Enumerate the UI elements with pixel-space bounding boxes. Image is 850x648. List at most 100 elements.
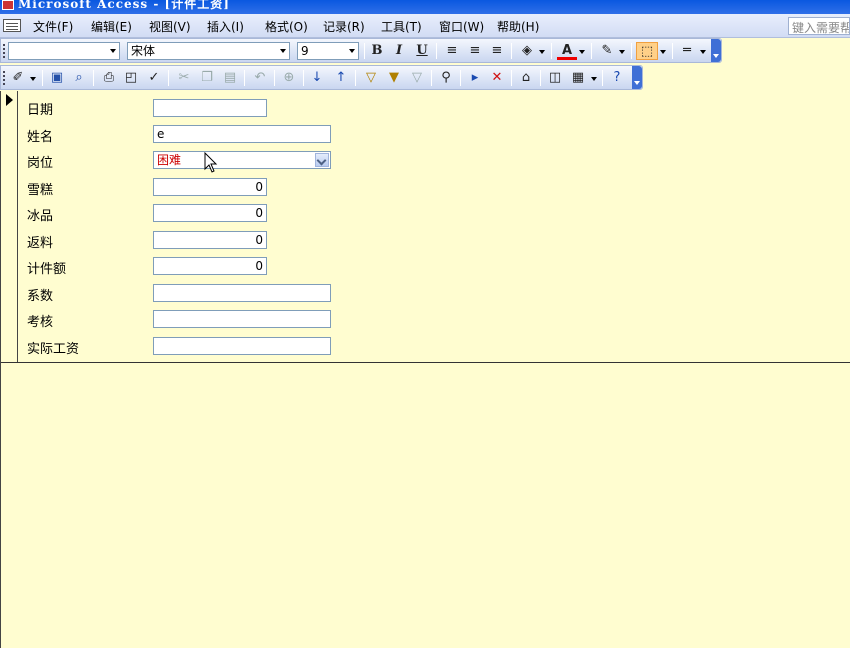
detail-section-border xyxy=(1,362,850,363)
toolbar-grip[interactable] xyxy=(3,71,5,85)
menu-bar: 文件(F) 编辑(E) 视图(V) 插入(I) 格式(O) 记录(R) 工具(T… xyxy=(0,14,850,38)
sort-descending-icon[interactable]: ↑ xyxy=(331,69,351,87)
toolbar-separator xyxy=(436,43,437,59)
filter-by-form-icon[interactable]: ▼ xyxy=(384,69,404,87)
chevron-down-icon[interactable] xyxy=(315,153,329,167)
toolbar-separator xyxy=(591,43,592,59)
chevron-down-icon[interactable] xyxy=(618,42,627,60)
spelling-icon[interactable]: ✓ xyxy=(144,69,164,87)
toolbar-separator xyxy=(431,70,432,86)
form-body: 日期 姓名 e 岗位 困难 雪糕 0 冰品 0 返料 0 计件额 0 系数 考核… xyxy=(0,91,850,648)
line-width-icon[interactable]: ═ xyxy=(677,42,697,60)
chevron-down-icon[interactable] xyxy=(659,42,668,60)
toolbar-separator xyxy=(551,43,552,59)
file-search-icon[interactable]: ⌕ xyxy=(69,69,89,87)
align-left-icon[interactable]: ≡ xyxy=(442,42,462,60)
print-preview-icon[interactable]: ◰ xyxy=(121,69,141,87)
save-icon[interactable]: ▣ xyxy=(47,69,67,87)
access-app-icon[interactable] xyxy=(2,0,14,10)
label-frozen-goods: 冰品 xyxy=(27,209,54,224)
actual-wage-field[interactable] xyxy=(153,337,331,355)
font-size-combo[interactable]: 9 xyxy=(297,42,359,60)
chevron-down-icon[interactable] xyxy=(538,42,547,60)
chevron-down-icon[interactable] xyxy=(29,69,38,87)
chevron-down-icon[interactable] xyxy=(346,43,358,59)
menu-records[interactable]: 记录(R) xyxy=(323,18,365,35)
view-design-icon[interactable]: ✐ xyxy=(8,69,28,87)
menu-window[interactable]: 窗口(W) xyxy=(439,18,484,35)
returns-field[interactable]: 0 xyxy=(153,231,267,249)
copy-icon[interactable]: ❐ xyxy=(197,69,217,87)
toolbar-separator xyxy=(631,43,632,59)
line-color-icon[interactable]: ✎ xyxy=(597,42,617,60)
sort-ascending-icon[interactable]: ↓ xyxy=(307,69,327,87)
align-right-icon[interactable]: ≡ xyxy=(487,42,507,60)
menu-view[interactable]: 视图(V) xyxy=(149,18,191,35)
chevron-down-icon[interactable] xyxy=(107,43,119,59)
italic-button[interactable]: I xyxy=(389,42,409,60)
print-icon[interactable]: ⎙ xyxy=(99,69,119,87)
toolbar-separator xyxy=(364,43,365,59)
database-window-icon[interactable]: ◫ xyxy=(545,69,565,87)
toolbar-separator xyxy=(511,70,512,86)
chevron-down-icon[interactable] xyxy=(699,42,708,60)
label-coefficient: 系数 xyxy=(27,289,54,304)
chevron-down-icon[interactable] xyxy=(590,69,599,87)
ice-cream-field[interactable]: 0 xyxy=(153,178,267,196)
toolbar-grip[interactable] xyxy=(3,44,5,58)
menu-insert[interactable]: 插入(I) xyxy=(207,18,244,35)
toolbar-options-icon[interactable] xyxy=(711,39,721,62)
font-color-icon[interactable]: A xyxy=(557,42,577,60)
menu-file[interactable]: 文件(F) xyxy=(33,18,73,35)
toolbar-separator xyxy=(168,70,169,86)
name-field[interactable]: e xyxy=(153,125,331,143)
delete-record-icon[interactable]: ✕ xyxy=(487,69,507,87)
date-field[interactable] xyxy=(153,99,267,117)
object-combo[interactable] xyxy=(8,42,120,60)
help-question-box[interactable]: 键入需要帮助的问题 xyxy=(788,17,850,35)
menu-help[interactable]: 帮助(H) xyxy=(497,18,539,35)
formatting-toolbar: 宋体 9 B I U ≡ ≡ ≡ ◈ A ✎ ⬚ ═ xyxy=(0,38,722,63)
new-record-icon[interactable]: ▸ xyxy=(465,69,485,87)
position-combo[interactable]: 困难 xyxy=(153,151,331,169)
coefficient-field[interactable] xyxy=(153,284,331,302)
label-assessment: 考核 xyxy=(27,315,54,330)
toolbar-separator xyxy=(42,70,43,86)
undo-icon[interactable]: ↶ xyxy=(250,69,270,87)
cut-icon[interactable]: ✂ xyxy=(174,69,194,87)
border-style-icon[interactable]: ⬚ xyxy=(636,42,658,60)
record-selector[interactable] xyxy=(1,91,18,362)
underline-button[interactable]: U xyxy=(412,42,432,60)
menu-edit[interactable]: 编辑(E) xyxy=(91,18,132,35)
toolbar-separator xyxy=(672,43,673,59)
properties-icon[interactable]: ⌂ xyxy=(516,69,536,87)
frozen-goods-field[interactable]: 0 xyxy=(153,204,267,222)
paste-icon[interactable]: ▤ xyxy=(220,69,240,87)
piece-amount-field[interactable]: 0 xyxy=(153,257,267,275)
new-object-icon[interactable]: ▦ xyxy=(568,69,588,87)
menu-format[interactable]: 格式(O) xyxy=(265,18,308,35)
help-icon[interactable]: ? xyxy=(607,69,627,87)
toolbar-separator xyxy=(244,70,245,86)
chevron-down-icon[interactable] xyxy=(277,43,289,59)
toolbar-separator xyxy=(460,70,461,86)
fill-color-icon[interactable]: ◈ xyxy=(517,42,537,60)
align-center-icon[interactable]: ≡ xyxy=(465,42,485,60)
menu-tools[interactable]: 工具(T) xyxy=(381,18,422,35)
assessment-field[interactable] xyxy=(153,310,331,328)
toolbar-separator xyxy=(602,70,603,86)
apply-filter-icon[interactable]: ▽ xyxy=(407,69,427,87)
label-position: 岗位 xyxy=(27,156,54,171)
filter-by-selection-icon[interactable]: ▽ xyxy=(361,69,381,87)
hyperlink-icon[interactable]: ⊕ xyxy=(279,69,299,87)
bold-button[interactable]: B xyxy=(367,42,387,60)
find-icon[interactable]: ⚲ xyxy=(436,69,456,87)
label-piece-amount: 计件额 xyxy=(27,262,67,277)
label-actual-wage: 实际工资 xyxy=(27,342,80,357)
chevron-down-icon[interactable] xyxy=(578,42,587,60)
form-window-icon[interactable] xyxy=(3,19,21,32)
toolbar-options-icon[interactable] xyxy=(632,66,642,89)
font-name-combo[interactable]: 宋体 xyxy=(127,42,290,60)
form-view-toolbar: ✐ ▣ ⌕ ⎙ ◰ ✓ ✂ ❐ ▤ ↶ ⊕ ↓ ↑ ▽ ▼ ▽ ⚲ ▸ ✕ ⌂ … xyxy=(0,65,643,90)
toolbar-separator xyxy=(274,70,275,86)
